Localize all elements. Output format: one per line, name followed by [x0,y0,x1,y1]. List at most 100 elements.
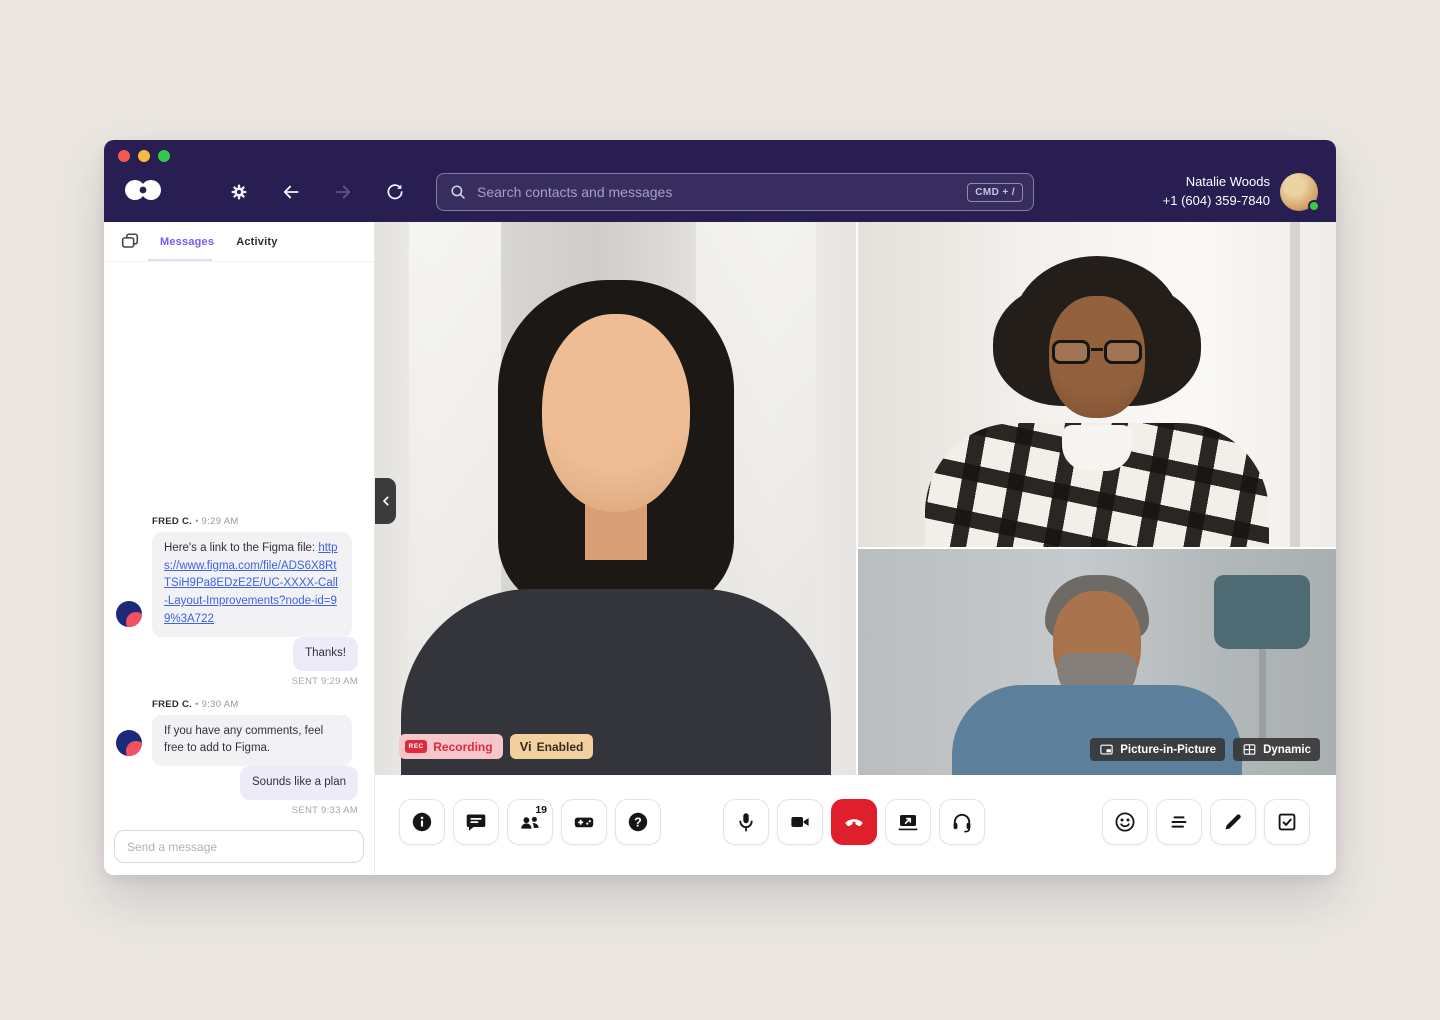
participants-button[interactable]: 19 [507,799,553,845]
tasks-button[interactable] [1264,799,1310,845]
toolbar-group-right [1102,799,1310,845]
outgoing-bubble: Thanks! [293,637,358,671]
vi-state-label: Enabled [537,740,584,754]
maximize-window-button[interactable] [158,150,170,162]
call-status-badges: REC Recording Vi Enabled [399,734,593,759]
camera-icon [788,810,812,834]
message-input[interactable] [114,830,364,863]
camera-button[interactable] [777,799,823,845]
end-call-button[interactable] [831,799,877,845]
topbar: CMD + / Natalie Woods +1 (604) 359-7840 [104,140,1336,222]
call-info-button[interactable] [399,799,445,845]
chat-icon [464,810,488,834]
app-logo-icon [124,179,162,205]
sent-status: SENT 9:33 AM [114,805,358,816]
transcript-button[interactable] [1156,799,1202,845]
online-status-dot [1308,200,1320,212]
vi-enabled-badge: Vi Enabled [510,734,594,759]
picture-in-picture-icon [1099,742,1114,757]
mute-microphone-button[interactable] [723,799,769,845]
user-phone: +1 (604) 359-7840 [1163,192,1270,211]
microphone-icon [734,810,758,834]
picture-in-picture-button[interactable]: Picture-in-Picture [1090,738,1225,761]
background-lamp [1214,575,1310,649]
gamepad-icon [572,810,596,834]
person-body [952,685,1242,775]
chat-button[interactable] [453,799,499,845]
close-window-button[interactable] [118,150,130,162]
participant-video-top-right [858,222,1336,547]
sent-status: SENT 9:29 AM [114,676,358,687]
figma-link[interactable]: https://www.figma.com/file/ADS6X8RtTSiH9… [164,542,338,625]
sidebar-header: Messages Activity [104,222,374,262]
svg-text:?: ? [634,815,642,829]
message-thread: FRED C. • 9:29 AM Here's a link to the F… [104,262,374,824]
background-lamp-pole [1259,649,1266,739]
checkbox-icon [1275,810,1299,834]
pip-label: Picture-in-Picture [1120,744,1216,756]
tab-messages[interactable]: Messages [160,236,214,248]
gamepad-button[interactable] [561,799,607,845]
incoming-bubble: If you have any comments, feel free to a… [152,715,352,767]
message-composer [104,824,374,875]
rec-chip-icon: REC [405,740,427,753]
headset-icon [950,810,974,834]
nav-icons [228,181,406,203]
meta-separator: • [195,699,199,710]
reactions-button[interactable] [1102,799,1148,845]
app-window: CMD + / Natalie Woods +1 (604) 359-7840 [104,140,1336,875]
sender-name: FRED C. [152,699,192,710]
video-stage: REC Recording Vi Enabled [375,222,1336,875]
incoming-message-row: If you have any comments, feel free to a… [114,715,360,767]
meta-separator: • [195,516,199,527]
recording-badge: REC Recording [399,734,503,759]
person-collar [1062,425,1132,471]
settings-gear-icon[interactable] [228,181,250,203]
toolbar-group-center [723,799,985,845]
popout-window-icon[interactable] [120,232,140,252]
help-button[interactable]: ? [615,799,661,845]
person-face [542,314,690,512]
search-input[interactable] [477,184,967,200]
info-icon [410,810,434,834]
refresh-icon[interactable] [384,181,406,203]
search-bar: CMD + / [436,173,1034,211]
notes-button[interactable] [1210,799,1256,845]
grid-layout-icon [1242,742,1257,757]
search-shortcut-badge: CMD + / [967,183,1023,202]
message-meta: FRED C. • 9:29 AM [152,516,360,527]
dynamic-label: Dynamic [1263,744,1311,756]
minimize-window-button[interactable] [138,150,150,162]
active-tab-underline [148,259,212,261]
end-call-icon [842,810,866,834]
messages-sidebar: Messages Activity FRED C. • 9:29 AM Here… [104,222,375,875]
back-arrow-icon[interactable] [280,181,302,203]
tab-activity[interactable]: Activity [236,236,277,248]
forward-arrow-icon[interactable] [332,181,354,203]
user-block: Natalie Woods +1 (604) 359-7840 [1163,173,1318,211]
pencil-icon [1221,810,1245,834]
user-info: Natalie Woods +1 (604) 359-7840 [1163,173,1270,211]
window-controls [118,150,170,162]
fred-avatar [116,730,142,756]
screen-share-button[interactable] [885,799,931,845]
user-name: Natalie Woods [1163,173,1270,192]
person-glasses [1049,340,1145,366]
topbar-row: CMD + / Natalie Woods +1 (604) 359-7840 [104,166,1336,218]
incoming-bubble: Here's a link to the Figma file: https:/… [152,532,352,637]
message-meta: FRED C. • 9:30 AM [152,699,360,710]
user-avatar[interactable] [1280,173,1318,211]
recording-label: Recording [433,740,492,754]
outgoing-bubble: Sounds like a plan [240,766,358,800]
vi-logo: Vi [520,739,532,754]
sidebar-collapse-handle[interactable] [375,478,396,524]
dynamic-layout-button[interactable]: Dynamic [1233,738,1320,761]
participant-video-main: REC Recording Vi Enabled [375,222,856,775]
toolbar-group-left: 19 ? [399,799,661,845]
chevron-left-icon [378,493,394,509]
screen-share-icon [896,810,920,834]
incoming-message-row: Here's a link to the Figma file: https:/… [114,532,360,637]
transcript-lines-icon [1167,810,1191,834]
audio-settings-button[interactable] [939,799,985,845]
search-icon [449,183,467,201]
